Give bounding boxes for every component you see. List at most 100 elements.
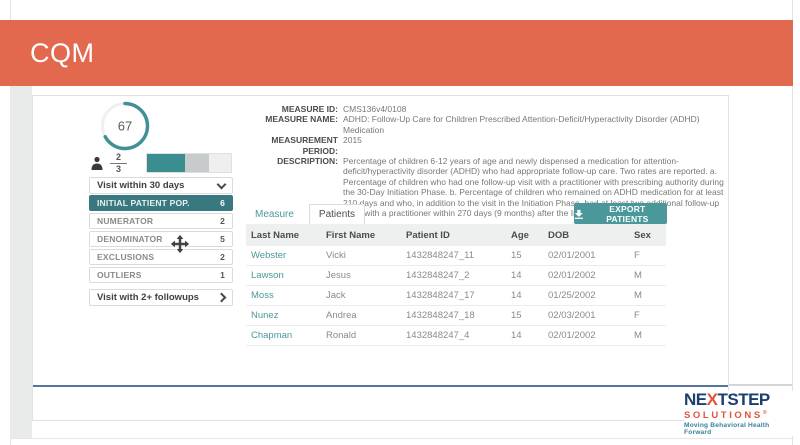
stat-numerator[interactable]: NUMERATOR 2	[89, 213, 233, 229]
stat-label: NUMERATOR	[97, 216, 153, 226]
ratio-numerator: 2	[110, 152, 127, 164]
patient-sex: M	[629, 270, 666, 281]
patient-age: 15	[506, 310, 543, 321]
person-icon	[91, 156, 103, 171]
patients-table: Last Name First Name Patient ID Age DOB …	[246, 224, 666, 346]
table-row: Nunez Andrea 1432848247_18 15 02/03/2001…	[246, 306, 666, 326]
logo-tagline: Moving Behavioral Health Forward	[684, 422, 794, 436]
tab-measure[interactable]: Measure	[246, 204, 303, 224]
stat-label: INITIAL PATIENT POP.	[97, 198, 190, 208]
patient-dob: 02/01/2002	[543, 330, 629, 341]
table-row: Chapman Ronald 1432848247_4 14 02/01/200…	[246, 326, 666, 346]
col-patient-id: Patient ID	[401, 230, 506, 241]
tab-patients[interactable]: Patients	[309, 204, 365, 224]
patient-dob: 01/25/2002	[543, 290, 629, 301]
progress-segment-empty	[209, 154, 231, 172]
measure-name-value: ADHD: Follow-Up Care for Children Prescr…	[343, 114, 726, 135]
patient-id: 1432848247_4	[401, 330, 506, 341]
patient-dob: 02/01/2001	[543, 250, 629, 261]
progress-segment-remainder	[185, 154, 209, 172]
patient-last-name-link[interactable]: Lawson	[246, 270, 321, 281]
nextstep-logo: NEXTSTEP SOLUTIONS® Moving Behavioral He…	[684, 391, 794, 436]
stat-exclusions[interactable]: EXCLUSIONS 2	[89, 249, 233, 265]
patient-last-name-link[interactable]: Chapman	[246, 330, 321, 341]
col-first-name: First Name	[321, 230, 401, 241]
patient-id: 1432848247_17	[401, 290, 506, 301]
progress-segment-numerator	[147, 154, 185, 172]
patient-last-name-link[interactable]: Webster	[246, 250, 321, 261]
patient-first-name: Jesus	[321, 270, 401, 281]
filter-label: Visit with 2+ followups	[97, 292, 199, 303]
col-sex: Sex	[629, 230, 666, 241]
logo-text: TSTEP	[717, 390, 769, 409]
ratio-denominator: 3	[110, 164, 127, 175]
ratio-fraction: 2 3	[110, 152, 127, 175]
patient-id: 1432848247_11	[401, 250, 506, 261]
main-card: 67 2 3 Visit within 30 days INITIAL PATI…	[32, 95, 729, 421]
patient-first-name: Ronald	[321, 330, 401, 341]
patient-dob: 02/03/2001	[543, 310, 629, 321]
divider-line	[33, 385, 728, 387]
col-last-name: Last Name	[246, 230, 321, 241]
patient-sex: F	[629, 250, 666, 261]
patient-dob: 02/01/2002	[543, 270, 629, 281]
patient-id: 1432848247_2	[401, 270, 506, 281]
col-age: Age	[506, 230, 543, 241]
page-title: CQM	[30, 38, 95, 69]
col-dob: DOB	[543, 230, 629, 241]
stat-denominator[interactable]: DENOMINATOR 5	[89, 231, 233, 247]
filter-label: Visit within 30 days	[97, 180, 184, 191]
logo-solutions-text: SOLUTIONS	[684, 410, 763, 421]
stat-label: EXCLUSIONS	[97, 252, 154, 262]
slide-bottom-edge	[10, 438, 792, 439]
ratio-row: 2 3	[91, 150, 127, 176]
move-cursor-icon	[170, 234, 190, 254]
description-value: Percentage of children 6-12 years of age…	[343, 156, 726, 218]
export-patients-button[interactable]: EXPORT PATIENTS	[574, 203, 667, 224]
patient-first-name: Vicki	[321, 250, 401, 261]
export-patients-label: EXPORT PATIENTS	[588, 204, 667, 224]
chevron-down-icon	[217, 179, 227, 189]
stat-outliers[interactable]: OUTLIERS 1	[89, 267, 233, 283]
table-row: Lawson Jesus 1432848247_2 14 02/01/2002 …	[246, 266, 666, 286]
stat-label: DENOMINATOR	[97, 234, 163, 244]
table-row: Moss Jack 1432848247_17 14 01/25/2002 M	[246, 286, 666, 306]
measurement-period-label: MEASUREMENT PERIOD:	[246, 135, 338, 156]
patient-last-name-link[interactable]: Moss	[246, 290, 321, 301]
app-header: CQM	[0, 20, 793, 86]
patient-first-name: Jack	[321, 290, 401, 301]
table-header-row: Last Name First Name Patient ID Age DOB …	[246, 224, 666, 246]
progress-bar	[146, 153, 232, 173]
patient-id: 1432848247_18	[401, 310, 506, 321]
stat-value: 5	[220, 234, 225, 244]
chevron-right-icon	[217, 293, 227, 303]
table-row: Webster Vicki 1432848247_11 15 02/01/200…	[246, 246, 666, 266]
measure-meta: MEASURE ID: CMS136v4/0108 MEASURE NAME: …	[246, 104, 726, 218]
stat-value: 2	[220, 252, 225, 262]
logo-wordmark: NEXTSTEP	[684, 391, 794, 408]
download-icon	[574, 209, 584, 219]
gauge-value: 67	[118, 119, 132, 134]
measure-id-value: CMS136v4/0108	[343, 104, 726, 114]
stat-value: 6	[220, 198, 225, 208]
tabs: Measure Patients	[246, 204, 365, 224]
registered-mark: ®	[763, 410, 767, 416]
stat-value: 1	[220, 270, 225, 280]
filter-visit-30-days[interactable]: Visit within 30 days	[89, 177, 233, 194]
patient-age: 14	[506, 290, 543, 301]
patient-age: 14	[506, 270, 543, 281]
measure-name-label: MEASURE NAME:	[246, 114, 338, 135]
meta-row-period: MEASUREMENT PERIOD: 2015	[246, 135, 726, 156]
meta-row-name: MEASURE NAME: ADHD: Follow-Up Care for C…	[246, 114, 726, 135]
patient-age: 14	[506, 330, 543, 341]
patient-last-name-link[interactable]: Nunez	[246, 310, 321, 321]
stat-initial-patient-pop[interactable]: INITIAL PATIENT POP. 6	[89, 195, 233, 211]
patient-sex: M	[629, 330, 666, 341]
patient-age: 15	[506, 250, 543, 261]
logo-text: NE	[684, 390, 707, 409]
meta-row-id: MEASURE ID: CMS136v4/0108	[246, 104, 726, 114]
stat-value: 2	[220, 216, 225, 226]
score-gauge: 67	[99, 100, 151, 152]
filter-visit-2plus-followups[interactable]: Visit with 2+ followups	[89, 289, 233, 306]
patient-first-name: Andrea	[321, 310, 401, 321]
